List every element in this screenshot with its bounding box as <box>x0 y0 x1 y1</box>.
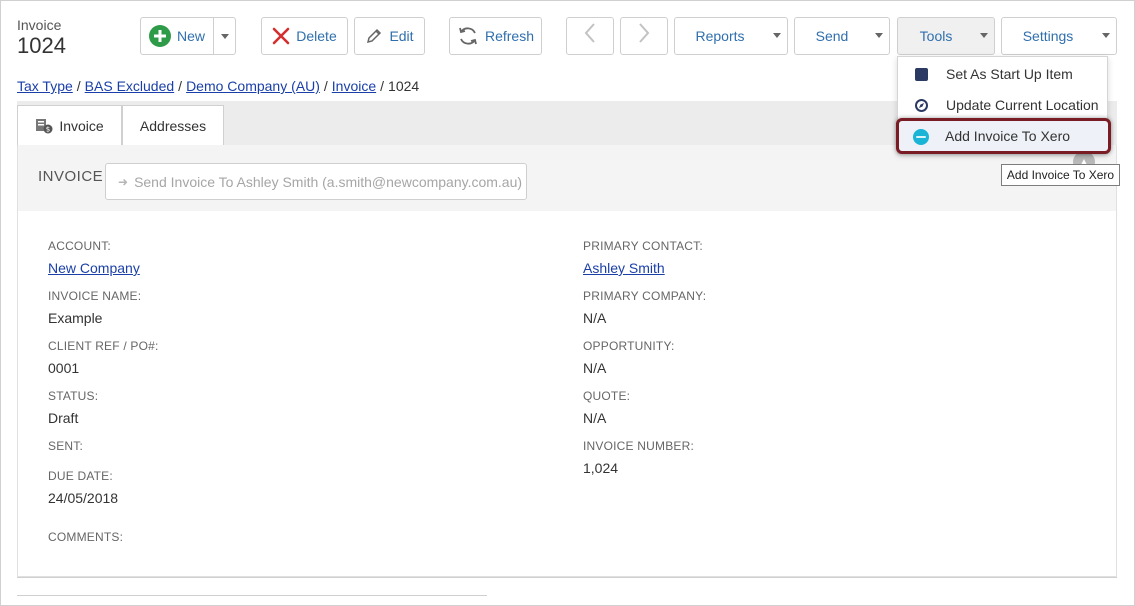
send-arrow-icon: ➜ <box>118 174 129 189</box>
chevron-down-icon <box>221 34 229 39</box>
chevron-down-icon <box>875 33 883 38</box>
xero-icon <box>913 129 929 148</box>
compass-icon <box>915 99 928 115</box>
close-icon <box>272 27 290 45</box>
app-window: Invoice 1024 New Delete Edit Refresh Rep… <box>0 0 1135 606</box>
send-invoice-input[interactable]: ➜ Send Invoice To Ashley Smith (a.smith@… <box>105 163 527 200</box>
invoice-icon: $ <box>35 118 53 134</box>
menu-item-label: Update Current Location <box>946 97 1099 113</box>
breadcrumb-item-tax-type[interactable]: Tax Type <box>17 78 73 94</box>
primary-company-label: PRIMARY COMPANY: <box>583 289 707 303</box>
pencil-icon <box>365 27 383 45</box>
new-button[interactable]: New <box>140 17 214 55</box>
new-label: New <box>176 28 205 44</box>
send-button[interactable]: Send <box>794 17 890 55</box>
breadcrumb-item-demo-company[interactable]: Demo Company (AU) <box>186 78 320 94</box>
menu-item-add-to-xero[interactable]: Add Invoice To Xero <box>896 118 1111 154</box>
tooltip: Add Invoice To Xero <box>1001 164 1120 186</box>
chevron-down-icon <box>773 33 781 38</box>
menu-item-label: Set As Start Up Item <box>946 66 1073 82</box>
primary-company-value: N/A <box>583 310 607 326</box>
reports-label: Reports <box>695 28 745 44</box>
breadcrumb-item-bas-excluded[interactable]: BAS Excluded <box>85 78 175 94</box>
comments-label: COMMENTS: <box>48 530 124 544</box>
invoice-section-heading: INVOICE <box>38 168 104 185</box>
delete-button[interactable]: Delete <box>261 17 348 55</box>
svg-text:$: $ <box>46 126 50 134</box>
bottom-tab-strip <box>17 595 487 606</box>
menu-item-set-startup[interactable]: Set As Start Up Item <box>898 59 1109 89</box>
edit-button[interactable]: Edit <box>354 17 425 55</box>
send-invoice-placeholder: Send Invoice To Ashley Smith (a.smith@ne… <box>134 173 523 190</box>
invoice-number-label: INVOICE NUMBER: <box>583 439 695 453</box>
record-type-label: Invoice <box>17 17 62 33</box>
status-label: STATUS: <box>48 389 99 403</box>
settings-button[interactable]: Settings <box>1001 17 1117 55</box>
breadcrumb: Tax Type / BAS Excluded / Demo Company (AU) /… <box>17 78 420 94</box>
refresh-icon <box>457 25 479 47</box>
client-ref-label: CLIENT REF / PO#: <box>48 339 159 353</box>
invoice-name-label: INVOICE NAME: <box>48 289 142 303</box>
status-value: Draft <box>48 410 79 426</box>
opportunity-value: N/A <box>583 360 607 376</box>
tab-invoice-label: Invoice <box>59 118 104 134</box>
sent-label: SENT: <box>48 439 84 453</box>
quote-label: QUOTE: <box>583 389 631 403</box>
refresh-label: Refresh <box>484 28 535 44</box>
due-date-value: 24/05/2018 <box>48 490 119 506</box>
next-button[interactable] <box>620 17 668 55</box>
menu-item-label: Add Invoice To Xero <box>945 128 1071 144</box>
tab-invoice[interactable]: $ Invoice <box>17 105 122 146</box>
primary-contact-link[interactable]: Ashley Smith <box>583 260 665 276</box>
quote-value: N/A <box>583 410 607 426</box>
square-icon <box>915 68 928 84</box>
previous-button[interactable] <box>566 17 614 55</box>
tools-button[interactable]: Tools <box>897 17 995 55</box>
chevron-left-icon <box>583 22 597 50</box>
due-date-label: DUE DATE: <box>48 469 113 483</box>
chevron-right-icon <box>637 22 651 50</box>
tab-addresses-label: Addresses <box>139 118 207 134</box>
invoice-details-panel <box>17 211 1117 577</box>
invoice-number-value: 1,024 <box>583 460 619 476</box>
tools-dropdown-menu: Set As Start Up Item Update Current Loca… <box>896 56 1111 154</box>
chevron-down-icon <box>980 33 988 38</box>
account-link[interactable]: New Company <box>48 260 140 276</box>
refresh-button[interactable]: Refresh <box>449 17 542 55</box>
account-label: ACCOUNT: <box>48 239 111 253</box>
reports-button[interactable]: Reports <box>674 17 788 55</box>
breadcrumb-current: 1024 <box>388 78 420 94</box>
opportunity-label: OPPORTUNITY: <box>583 339 675 353</box>
invoice-name-value: Example <box>48 310 103 326</box>
delete-label: Delete <box>296 28 337 44</box>
record-id: 1024 <box>17 33 66 58</box>
tools-label: Tools <box>919 28 953 44</box>
tab-addresses[interactable]: Addresses <box>122 105 224 146</box>
menu-item-update-location[interactable]: Update Current Location <box>898 90 1109 120</box>
settings-label: Settings <box>1022 28 1074 44</box>
breadcrumb-item-invoice[interactable]: Invoice <box>332 78 376 94</box>
panel-divider <box>17 577 1117 578</box>
plus-circle-icon <box>148 25 171 47</box>
client-ref-value: 0001 <box>48 360 80 376</box>
edit-label: Edit <box>389 28 414 44</box>
primary-contact-label: PRIMARY CONTACT: <box>583 239 703 253</box>
send-label: Send <box>815 28 849 44</box>
new-dropdown-toggle[interactable] <box>214 17 236 55</box>
chevron-down-icon <box>1102 33 1110 38</box>
